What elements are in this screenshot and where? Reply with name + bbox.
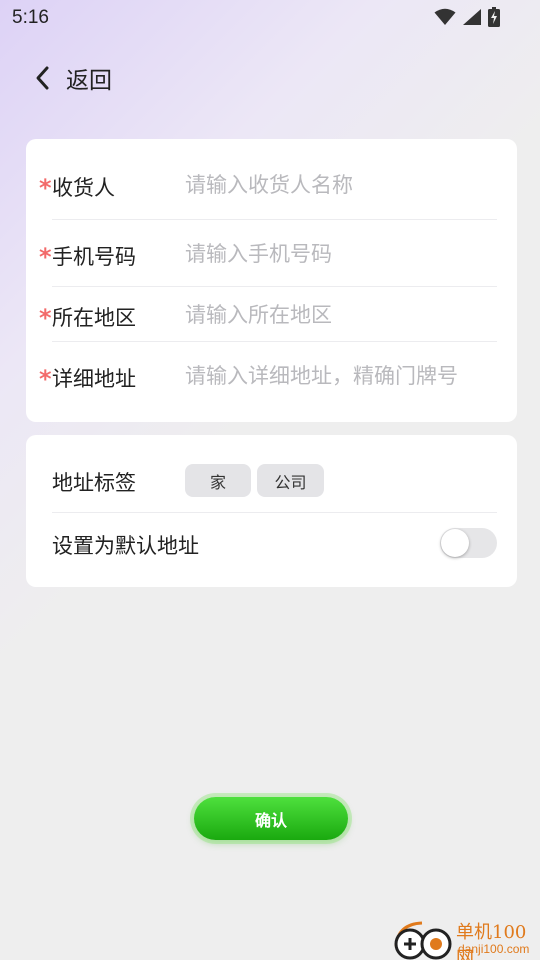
- address-options-card: 地址标签 家 公司 设置为默认地址: [26, 435, 517, 587]
- wifi-icon: [434, 8, 456, 25]
- address-label: 详细地址: [52, 367, 136, 391]
- divider: [52, 286, 497, 287]
- toggle-knob: [441, 529, 469, 557]
- confirm-button[interactable]: 确认: [194, 797, 348, 840]
- status-icons: [434, 7, 500, 27]
- divider: [52, 341, 497, 342]
- back-label: 返回: [66, 68, 112, 94]
- phone-label: 手机号码: [52, 245, 136, 269]
- address-form-card: * 收货人 * 手机号码 * 所在地区 * 详细地址: [26, 139, 517, 422]
- back-button[interactable]: 返回: [34, 62, 112, 94]
- required-mark: *: [39, 243, 52, 271]
- watermark: 单机100网 danji100.com: [392, 916, 540, 960]
- form-row-address: * 详细地址: [26, 358, 517, 394]
- divider: [52, 512, 497, 513]
- default-address-toggle[interactable]: [440, 528, 497, 558]
- region-label: 所在地区: [52, 306, 136, 330]
- cell-signal-icon: [463, 9, 481, 25]
- tag-company[interactable]: 公司: [257, 464, 324, 497]
- form-row-phone: * 手机号码: [26, 236, 517, 272]
- receiver-input[interactable]: [185, 167, 505, 203]
- chevron-left-icon: [36, 66, 49, 90]
- phone-input[interactable]: [185, 236, 505, 272]
- divider: [52, 219, 497, 220]
- form-row-region: * 所在地区: [26, 297, 517, 333]
- battery-charging-icon: [488, 7, 500, 27]
- region-input[interactable]: [185, 297, 505, 333]
- status-bar: 5:16: [0, 0, 540, 36]
- required-mark: *: [39, 174, 52, 202]
- danji100-logo-icon: [394, 921, 452, 960]
- tag-home[interactable]: 家: [185, 464, 251, 497]
- receiver-label: 收货人: [52, 176, 115, 200]
- address-input[interactable]: [185, 358, 505, 394]
- required-mark: *: [39, 304, 52, 332]
- form-row-receiver: * 收货人: [26, 167, 517, 203]
- address-tag-label: 地址标签: [52, 471, 136, 495]
- required-mark: *: [39, 365, 52, 393]
- watermark-url: danji100.com: [458, 942, 530, 956]
- default-address-label: 设置为默认地址: [52, 534, 199, 558]
- status-time: 5:16: [12, 7, 49, 28]
